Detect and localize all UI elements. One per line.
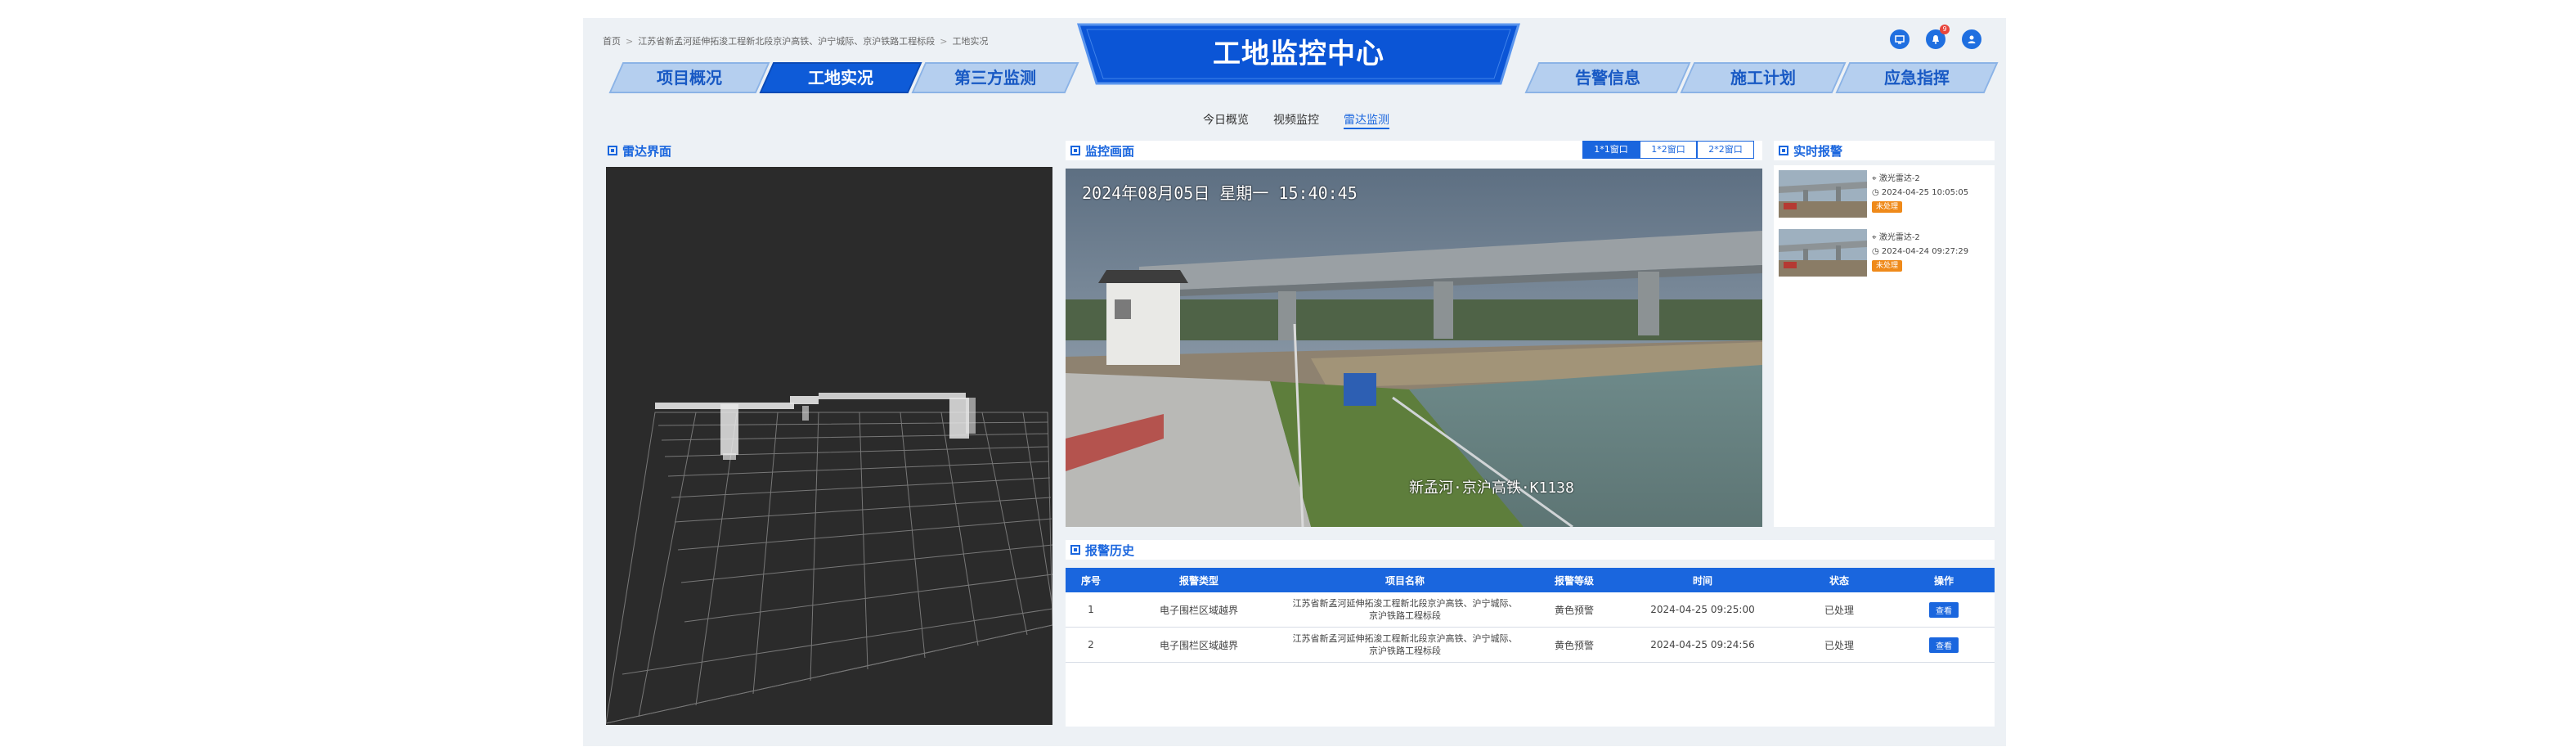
- panel-icon: [608, 146, 617, 155]
- panel-icon: [1070, 545, 1080, 555]
- alarm-history-header: 报警历史: [1066, 540, 1995, 560]
- page-title: 工地监控中心: [1213, 38, 1384, 70]
- subtab-today-overview[interactable]: 今日概览: [1203, 111, 1249, 129]
- alarm-history-title: 报警历史: [1085, 542, 1135, 558]
- alarm-time: 2024-04-25 10:05:05: [1881, 188, 1969, 197]
- cell-status: 已处理: [1785, 592, 1893, 628]
- cell-type: 电子围栏区域越界: [1116, 592, 1281, 628]
- tab-site-live[interactable]: 工地实况: [759, 62, 922, 93]
- alarm-item[interactable]: ⌖ 激光雷达-2 ◷ 2024-04-25 10:05:05 未处理: [1779, 170, 1991, 224]
- alarm-status-tag: 未处理: [1872, 201, 1903, 213]
- sub-tabs: 今日概览 视频监控 雷达监测: [1203, 111, 1389, 129]
- breadcrumb-project[interactable]: 江苏省新孟河延伸拓浚工程新北段京沪高铁、沪宁城际、京沪铁路工程标段: [638, 36, 935, 47]
- radar-pointcloud-view[interactable]: [606, 167, 1052, 725]
- breadcrumb-current: 工地实况: [952, 36, 989, 47]
- subtab-radar-monitoring[interactable]: 雷达监测: [1344, 111, 1389, 129]
- subtab-video-monitoring[interactable]: 视频监控: [1273, 111, 1319, 129]
- radar-panel-header: 雷达界面: [603, 141, 1044, 160]
- breadcrumb-home[interactable]: 首页: [603, 36, 621, 47]
- tab-emergency-command[interactable]: 应急指挥: [1835, 62, 1999, 93]
- col-type: 报警类型: [1116, 568, 1281, 592]
- col-project: 项目名称: [1281, 568, 1528, 592]
- col-time: 时间: [1620, 568, 1785, 592]
- tab-construction-plan[interactable]: 施工计划: [1680, 62, 1847, 93]
- window-layout-buttons: 1*1窗口 1*2窗口 2*2窗口: [1582, 141, 1754, 159]
- panel-icon: [1070, 146, 1080, 155]
- layout-2x2-button[interactable]: 2*2窗口: [1697, 141, 1754, 159]
- cell-action: 查看: [1893, 592, 1995, 628]
- tab-alarm-info[interactable]: 告警信息: [1524, 62, 1691, 93]
- alarm-item[interactable]: ⌖ 激光雷达-2 ◷ 2024-04-24 09:27:29 未处理: [1779, 229, 1991, 283]
- table-row: 1 电子围栏区域越界 江苏省新孟河延伸拓浚工程新北段京沪高铁、沪宁城际、京沪铁路…: [1066, 592, 1995, 628]
- camera-location: 新孟河·京沪高铁·K1138: [1409, 479, 1574, 497]
- alarm-thumbnail: [1779, 170, 1867, 218]
- cell-type: 电子围栏区域越界: [1116, 627, 1281, 663]
- camera-feed[interactable]: 2024年08月05日 星期一 15:40:45 新孟河·京沪高铁·K1138: [1066, 169, 1762, 527]
- view-button[interactable]: 查看: [1929, 601, 1959, 618]
- cell-no: 1: [1066, 592, 1116, 628]
- col-action: 操作: [1893, 568, 1995, 592]
- table-row: 2 电子围栏区域越界 江苏省新孟河延伸拓浚工程新北段京沪高铁、沪宁城际、京沪铁路…: [1066, 627, 1995, 663]
- alarm-thumbnail: [1779, 229, 1867, 277]
- alarm-device: 激光雷达-2: [1878, 233, 1920, 242]
- tab-third-party-monitoring[interactable]: 第三方监测: [911, 62, 1079, 93]
- panel-icon: [1779, 146, 1788, 155]
- bell-icon[interactable]: 9: [1926, 25, 1950, 49]
- alarm-time: 2024-04-24 09:27:29: [1881, 247, 1969, 256]
- cell-level: 黄色预警: [1528, 592, 1620, 628]
- alarm-history-table-wrap: 序号 报警类型 项目名称 报警等级 时间 状态 操作 1 电子围栏区域越界 江苏…: [1066, 568, 1995, 727]
- location-pin-icon: ⌖: [1872, 174, 1877, 183]
- cell-project: 江苏省新孟河延伸拓浚工程新北段京沪高铁、沪宁城际、京沪铁路工程标段: [1281, 627, 1528, 663]
- col-level: 报警等级: [1528, 568, 1620, 592]
- cell-time: 2024-04-25 09:25:00: [1620, 592, 1785, 628]
- col-status: 状态: [1785, 568, 1893, 592]
- user-icon[interactable]: [1962, 29, 1981, 49]
- alarm-status-tag: 未处理: [1872, 260, 1903, 272]
- notification-badge: 9: [1940, 25, 1950, 34]
- cell-project: 江苏省新孟河延伸拓浚工程新北段京沪高铁、沪宁城际、京沪铁路工程标段: [1281, 592, 1528, 628]
- layout-1x2-button[interactable]: 1*2窗口: [1640, 141, 1697, 159]
- realtime-alarm-title: 实时报警: [1793, 143, 1843, 159]
- top-icons: 9: [1890, 25, 1981, 49]
- cell-action: 查看: [1893, 627, 1995, 663]
- realtime-alarm-header: 实时报警: [1774, 141, 1995, 160]
- cell-status: 已处理: [1785, 627, 1893, 663]
- view-button[interactable]: 查看: [1929, 637, 1959, 653]
- layout-1x1-button[interactable]: 1*1窗口: [1582, 141, 1640, 159]
- location-pin-icon: ⌖: [1872, 233, 1877, 242]
- app-frame: 首页 > 江苏省新孟河延伸拓浚工程新北段京沪高铁、沪宁城际、京沪铁路工程标段 > 工地实…: [583, 18, 2006, 746]
- radar-panel-title: 雷达界面: [622, 143, 672, 159]
- tab-project-overview[interactable]: 项目概况: [608, 62, 770, 93]
- monitor-panel-title: 监控画面: [1085, 143, 1135, 159]
- breadcrumb: 首页 > 江苏省新孟河延伸拓浚工程新北段京沪高铁、沪宁城际、京沪铁路工程标段 > 工地实…: [603, 36, 989, 47]
- col-no: 序号: [1066, 568, 1116, 592]
- camera-timestamp: 2024年08月05日 星期一 15:40:45: [1082, 183, 1358, 203]
- cell-no: 2: [1066, 627, 1116, 663]
- monitor-panel-header: 监控画面 1*1窗口 1*2窗口 2*2窗口: [1066, 141, 1762, 160]
- alarm-device: 激光雷达-2: [1878, 174, 1920, 183]
- cell-time: 2024-04-25 09:24:56: [1620, 627, 1785, 663]
- table-header-row: 序号 报警类型 项目名称 报警等级 时间 状态 操作: [1066, 568, 1995, 592]
- page-title-banner: 工地监控中心: [1075, 23, 1522, 85]
- cell-level: 黄色预警: [1528, 627, 1620, 663]
- alarm-history-table: 序号 报警类型 项目名称 报警等级 时间 状态 操作 1 电子围栏区域越界 江苏…: [1066, 568, 1995, 663]
- clock-icon: ◷: [1872, 188, 1879, 197]
- screen-icon[interactable]: [1890, 29, 1910, 49]
- clock-icon: ◷: [1872, 247, 1879, 256]
- realtime-alarm-list: ⌖ 激光雷达-2 ◷ 2024-04-25 10:05:05 未处理 ⌖ 激光雷…: [1774, 165, 1995, 527]
